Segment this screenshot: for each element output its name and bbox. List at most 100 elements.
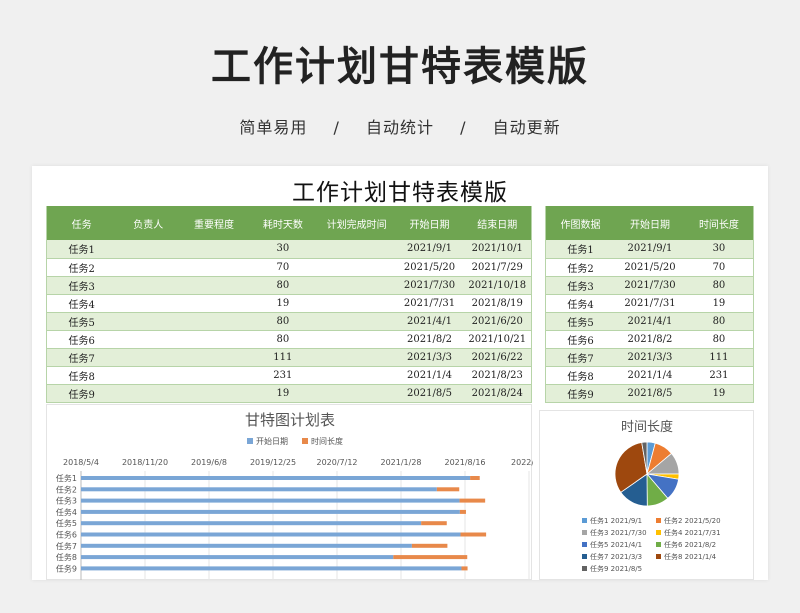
table-cell[interactable] (116, 348, 181, 367)
table-cell[interactable]: 2021/9/1 (615, 240, 685, 259)
table-cell[interactable]: 2021/7/31 (395, 294, 464, 313)
category-label: 任务8 (56, 552, 77, 562)
table-cell[interactable]: 80 (684, 276, 754, 295)
table-cell[interactable]: 19 (684, 294, 754, 313)
table-cell[interactable]: 任务2 (545, 258, 616, 277)
table-cell[interactable]: 2021/5/20 (615, 258, 685, 277)
table-cell[interactable]: 2021/3/3 (395, 348, 464, 367)
feature-tag: 自动更新 (492, 118, 561, 137)
table-cell[interactable] (116, 294, 181, 313)
table-cell[interactable] (116, 366, 181, 385)
table-cell[interactable]: 任务8 (46, 366, 117, 385)
legend-swatch (582, 554, 587, 559)
table-cell[interactable]: 2021/10/18 (463, 276, 532, 295)
table-cell[interactable]: 231 (247, 366, 318, 385)
table-cell[interactable] (317, 312, 396, 331)
table-cell[interactable] (116, 240, 181, 259)
table-cell[interactable]: 2021/6/22 (463, 348, 532, 367)
table-cell[interactable]: 2021/1/4 (395, 366, 464, 385)
duration-bar (459, 509, 466, 514)
table-cell[interactable] (317, 384, 396, 403)
table-cell[interactable]: 80 (247, 330, 318, 349)
table-cell[interactable]: 2021/8/2 (395, 330, 464, 349)
table-cell[interactable]: 任务1 (545, 240, 616, 259)
table-cell[interactable]: 80 (684, 330, 754, 349)
table-cell[interactable]: 231 (684, 366, 754, 385)
table-cell[interactable] (116, 276, 181, 295)
table-cell[interactable] (317, 294, 396, 313)
table-cell[interactable] (116, 330, 181, 349)
table-cell[interactable]: 2021/6/20 (463, 312, 532, 331)
table-cell[interactable] (180, 348, 248, 367)
table-cell[interactable]: 任务4 (545, 294, 616, 313)
table-cell[interactable]: 2021/7/29 (463, 258, 532, 277)
table-cell[interactable]: 2021/8/2 (615, 330, 685, 349)
table-cell[interactable]: 2021/5/20 (395, 258, 464, 277)
table-cell[interactable]: 2021/7/30 (395, 276, 464, 295)
table-cell[interactable]: 30 (247, 240, 318, 259)
table-cell[interactable] (180, 258, 248, 277)
table-cell[interactable] (317, 240, 396, 259)
table-cell[interactable]: 任务3 (545, 276, 616, 295)
table-cell[interactable] (180, 366, 248, 385)
table-cell[interactable]: 111 (684, 348, 754, 367)
x-tick-label: 2019/12/25 (250, 458, 296, 467)
duration-bar (470, 476, 480, 480)
table-cell[interactable] (317, 276, 396, 295)
table-cell[interactable]: 任务7 (545, 348, 616, 367)
table-cell[interactable] (116, 384, 181, 403)
table-cell[interactable] (180, 384, 248, 403)
table-cell[interactable]: 2021/8/23 (463, 366, 532, 385)
table-cell[interactable]: 80 (247, 312, 318, 331)
table-cell[interactable]: 任务6 (46, 330, 117, 349)
table-cell[interactable] (180, 294, 248, 313)
column-header: 结束日期 (463, 206, 532, 240)
table-cell[interactable]: 80 (247, 276, 318, 295)
table-cell[interactable]: 80 (684, 312, 754, 331)
duration-bar (421, 521, 447, 526)
table-cell[interactable]: 2021/8/24 (463, 384, 532, 403)
table-cell[interactable]: 2021/8/5 (395, 384, 464, 403)
table-cell[interactable] (180, 240, 248, 259)
table-cell[interactable]: 19 (247, 294, 318, 313)
table-cell[interactable] (180, 312, 248, 331)
table-cell[interactable] (116, 258, 181, 277)
table-cell[interactable]: 2021/4/1 (395, 312, 464, 331)
table-cell[interactable]: 19 (247, 384, 318, 403)
table-cell[interactable]: 任务1 (46, 240, 117, 259)
duration-bar (461, 566, 468, 571)
table-cell[interactable]: 任务4 (46, 294, 117, 313)
table-cell[interactable]: 111 (247, 348, 318, 367)
table-cell[interactable]: 2021/8/19 (463, 294, 532, 313)
table-cell[interactable] (317, 348, 396, 367)
table-cell[interactable] (180, 276, 248, 295)
table-cell[interactable]: 2021/10/1 (463, 240, 532, 259)
table-cell[interactable] (116, 312, 181, 331)
table-cell[interactable]: 2021/1/4 (615, 366, 685, 385)
table-cell[interactable]: 2021/4/1 (615, 312, 685, 331)
table-cell[interactable]: 30 (684, 240, 754, 259)
table-cell[interactable]: 2021/9/1 (395, 240, 464, 259)
table-cell[interactable]: 任务3 (46, 276, 117, 295)
table-cell[interactable]: 任务2 (46, 258, 117, 277)
table-cell[interactable] (317, 366, 396, 385)
table-cell[interactable] (317, 258, 396, 277)
table-cell[interactable]: 任务8 (545, 366, 616, 385)
table-cell[interactable]: 任务9 (46, 384, 117, 403)
table-cell[interactable]: 19 (684, 384, 754, 403)
table-cell[interactable]: 2021/10/21 (463, 330, 532, 349)
column-header: 计划完成时间 (317, 206, 396, 240)
table-cell[interactable]: 任务9 (545, 384, 616, 403)
table-cell[interactable]: 任务7 (46, 348, 117, 367)
table-cell[interactable]: 2021/7/31 (615, 294, 685, 313)
table-cell[interactable]: 2021/3/3 (615, 348, 685, 367)
table-cell[interactable]: 2021/8/5 (615, 384, 685, 403)
table-cell[interactable]: 任务5 (46, 312, 117, 331)
table-cell[interactable] (180, 330, 248, 349)
table-cell[interactable]: 2021/7/30 (615, 276, 685, 295)
table-cell[interactable]: 70 (247, 258, 318, 277)
table-cell[interactable]: 任务6 (545, 330, 616, 349)
table-cell[interactable]: 70 (684, 258, 754, 277)
table-cell[interactable] (317, 330, 396, 349)
table-cell[interactable]: 任务5 (545, 312, 616, 331)
